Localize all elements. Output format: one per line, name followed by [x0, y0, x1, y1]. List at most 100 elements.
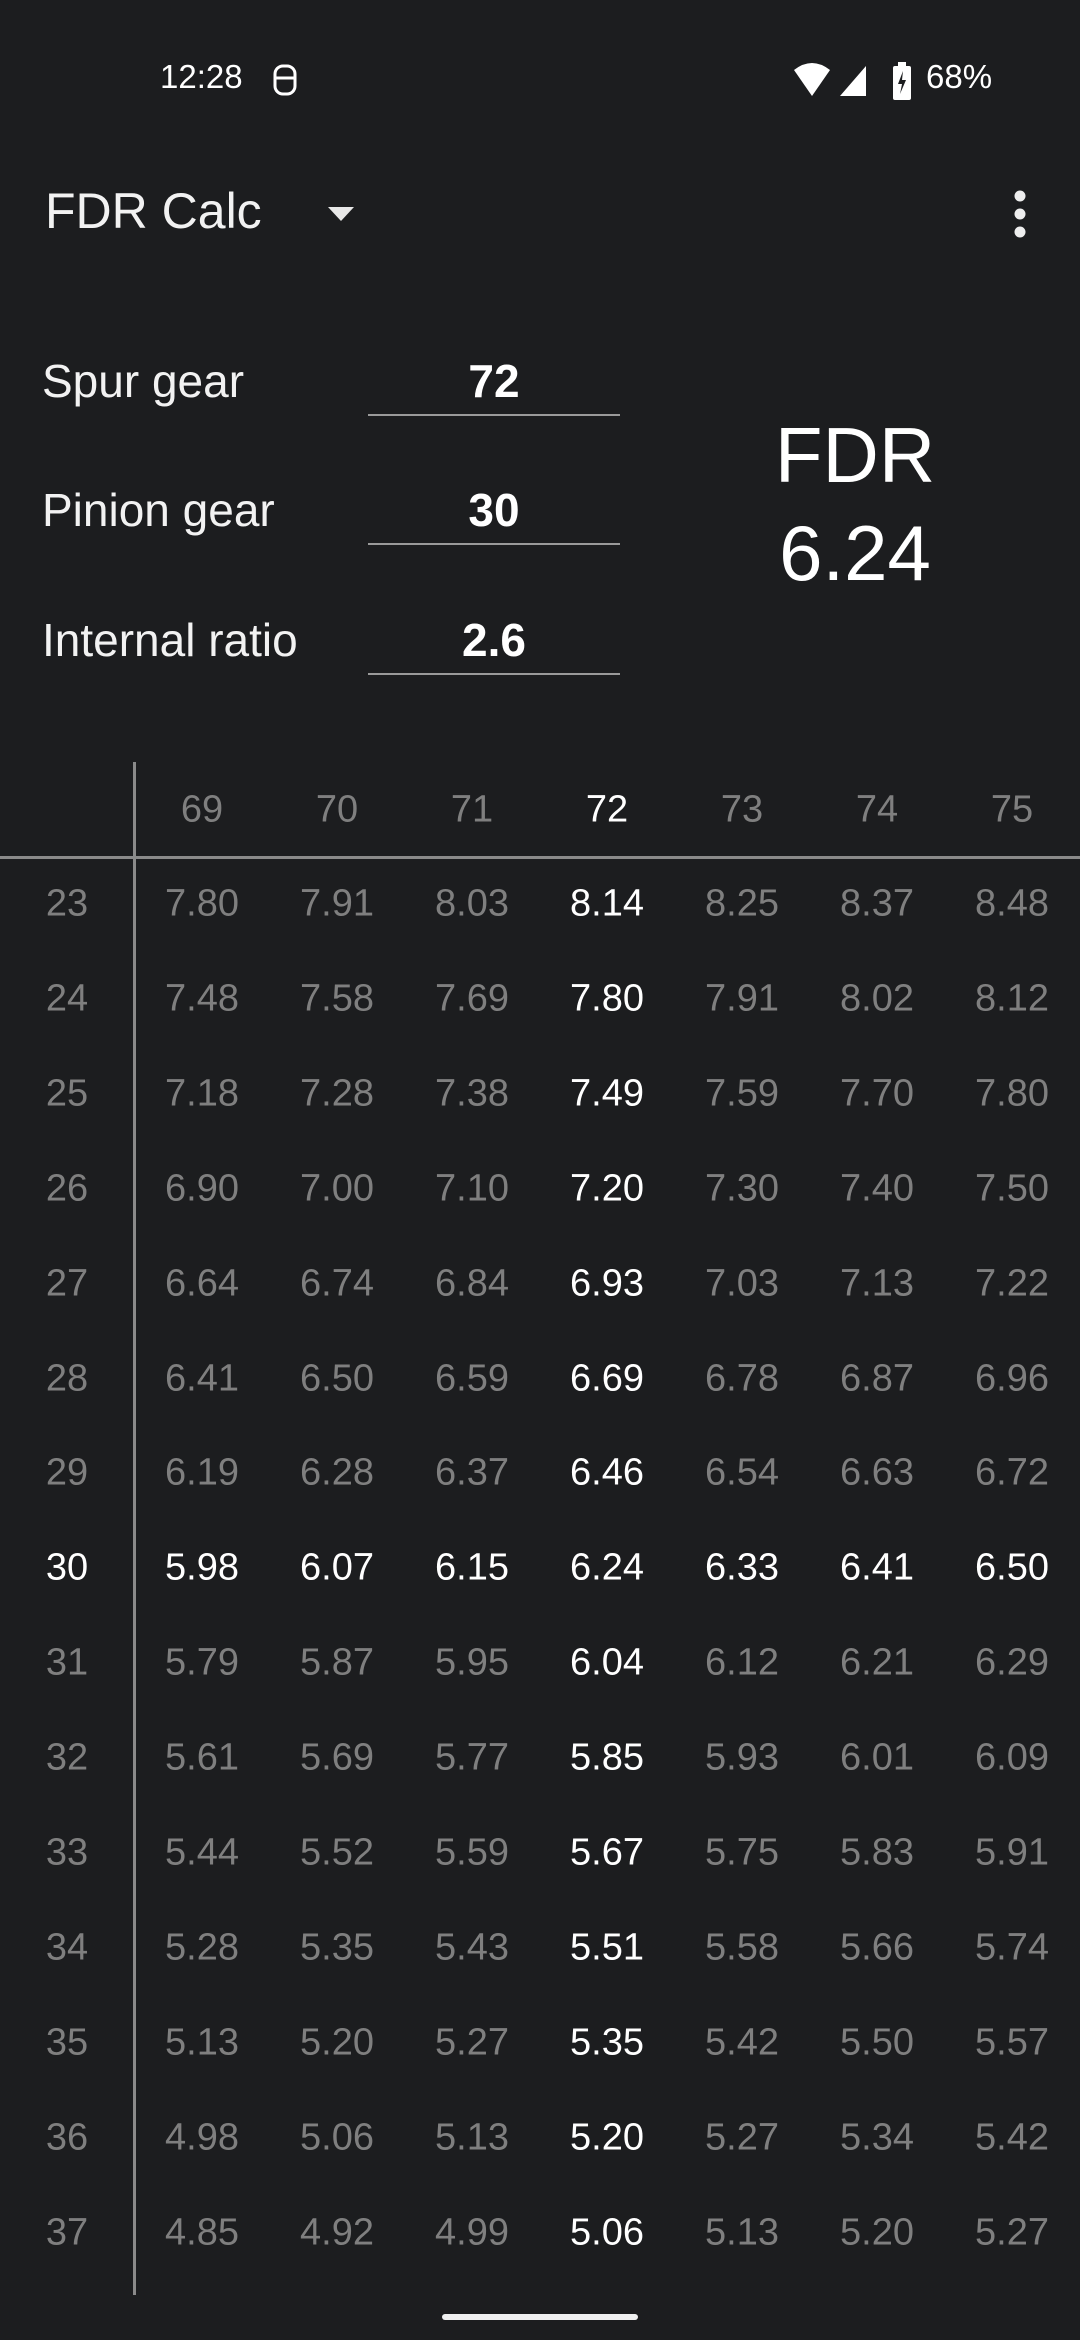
table-horizontal-divider	[0, 856, 1080, 859]
table-cell: 6.24	[570, 1546, 644, 1589]
table-cell: 6.59	[435, 1357, 509, 1399]
table-cell: 5.13	[705, 2211, 779, 2254]
table-cell: 6.90	[165, 1167, 239, 1210]
table-cell: 5.57	[975, 2021, 1049, 2064]
table-cell: 6.50	[300, 1357, 374, 1399]
table-cell: 5.43	[435, 1926, 509, 1969]
table-cell: 7.49	[570, 1072, 644, 1115]
table-cell: 5.61	[165, 1736, 239, 1779]
table-cell: 5.69	[300, 1736, 374, 1779]
table-cell: 5.27	[435, 2021, 509, 2064]
table-cell: 5.34	[840, 2116, 914, 2159]
row-header-pinion: 25	[45, 1072, 89, 1115]
table-cell: 6.78	[705, 1357, 779, 1399]
table-cell: 7.80	[975, 1072, 1049, 1115]
table-cell: 6.64	[165, 1262, 239, 1305]
table-cell: 5.93	[705, 1736, 779, 1779]
table-cell: 5.44	[165, 1831, 239, 1874]
column-header-spur: 74	[855, 788, 899, 831]
table-cell: 5.59	[435, 1831, 509, 1874]
column-header-spur: 71	[450, 788, 494, 831]
row-header-pinion: 37	[45, 2211, 89, 2254]
table-cell: 7.28	[300, 1072, 374, 1115]
row-header-pinion: 33	[45, 1831, 89, 1874]
table-cell: 6.72	[975, 1451, 1049, 1494]
table-cell: 5.91	[975, 1831, 1049, 1874]
table-cell: 7.22	[975, 1262, 1049, 1305]
table-cell: 6.54	[705, 1451, 779, 1494]
table-cell: 5.83	[840, 1831, 914, 1874]
table-cell: 7.70	[840, 1072, 914, 1115]
table-cell: 6.50	[975, 1546, 1049, 1589]
fdr-table: 69 70 71 72 73 74 75 23 7.80 7.91 8.03 8.14 8.25 8.37…	[0, 0, 1080, 2340]
table-cell: 6.19	[165, 1451, 239, 1494]
table-cell: 5.77	[435, 1736, 509, 1779]
table-cell: 5.58	[705, 1926, 779, 1969]
table-cell: 6.28	[300, 1451, 374, 1494]
row-header-pinion: 23	[45, 882, 89, 925]
table-cell: 7.48	[165, 977, 239, 1020]
table-cell: 5.67	[570, 1831, 644, 1874]
table-cell: 5.20	[570, 2116, 644, 2159]
table-cell: 6.21	[840, 1641, 914, 1684]
table-cell: 5.52	[300, 1831, 374, 1874]
table-cell: 7.18	[165, 1072, 239, 1115]
table-cell: 7.30	[705, 1167, 779, 1210]
table-cell: 8.37	[840, 882, 914, 925]
table-cell: 7.50	[975, 1167, 1049, 1210]
row-header-pinion: 30	[45, 1546, 89, 1589]
column-header-spur: 73	[720, 788, 764, 831]
table-cell: 6.04	[570, 1641, 644, 1684]
table-cell: 7.80	[165, 882, 239, 925]
table-cell: 5.79	[165, 1641, 239, 1684]
table-cell: 5.66	[840, 1926, 914, 1969]
table-cell: 6.69	[570, 1357, 644, 1399]
row-header-pinion: 31	[45, 1641, 89, 1684]
table-cell: 7.13	[840, 1262, 914, 1305]
table-cell: 6.87	[840, 1357, 914, 1399]
table-cell: 5.35	[570, 2021, 644, 2064]
table-cell: 7.69	[435, 977, 509, 1020]
table-vertical-divider	[133, 762, 136, 2295]
table-cell: 6.84	[435, 1262, 509, 1305]
table-cell: 6.46	[570, 1451, 644, 1494]
table-cell: 7.59	[705, 1072, 779, 1115]
table-cell: 4.99	[435, 2211, 509, 2254]
table-cell: 5.50	[840, 2021, 914, 2064]
table-cell: 4.92	[300, 2211, 374, 2254]
table-cell: 4.85	[165, 2211, 239, 2254]
table-cell: 5.35	[300, 1926, 374, 1969]
table-cell: 6.29	[975, 1641, 1049, 1684]
table-cell: 8.03	[435, 882, 509, 925]
row-header-pinion: 32	[45, 1736, 89, 1779]
row-header-pinion: 35	[45, 2021, 89, 2064]
column-header-spur: 69	[180, 788, 224, 831]
column-header-spur: 70	[315, 788, 359, 831]
table-cell: 6.09	[975, 1736, 1049, 1779]
table-cell: 6.63	[840, 1451, 914, 1494]
row-header-pinion: 28	[45, 1357, 89, 1399]
table-cell: 5.20	[300, 2021, 374, 2064]
table-cell: 5.42	[705, 2021, 779, 2064]
column-header-spur: 75	[990, 788, 1034, 831]
home-gesture-bar[interactable]	[442, 2314, 638, 2320]
table-cell: 5.98	[165, 1546, 239, 1589]
table-cell: 5.85	[570, 1736, 644, 1779]
table-cell: 6.15	[435, 1546, 509, 1589]
table-cell: 5.42	[975, 2116, 1049, 2159]
table-cell: 7.10	[435, 1167, 509, 1210]
row-header-pinion: 29	[45, 1451, 89, 1494]
table-cell: 5.13	[435, 2116, 509, 2159]
table-cell: 8.12	[975, 977, 1049, 1020]
row-header-pinion: 26	[45, 1167, 89, 1210]
table-cell: 7.20	[570, 1167, 644, 1210]
table-cell: 5.13	[165, 2021, 239, 2064]
table-cell: 6.74	[300, 1262, 374, 1305]
table-cell: 6.96	[975, 1357, 1049, 1399]
table-cell: 5.87	[300, 1641, 374, 1684]
column-header-spur: 72	[585, 788, 629, 831]
table-cell: 5.28	[165, 1926, 239, 1969]
table-cell: 7.91	[300, 882, 374, 925]
table-cell: 5.06	[570, 2211, 644, 2254]
table-cell: 7.03	[705, 1262, 779, 1305]
